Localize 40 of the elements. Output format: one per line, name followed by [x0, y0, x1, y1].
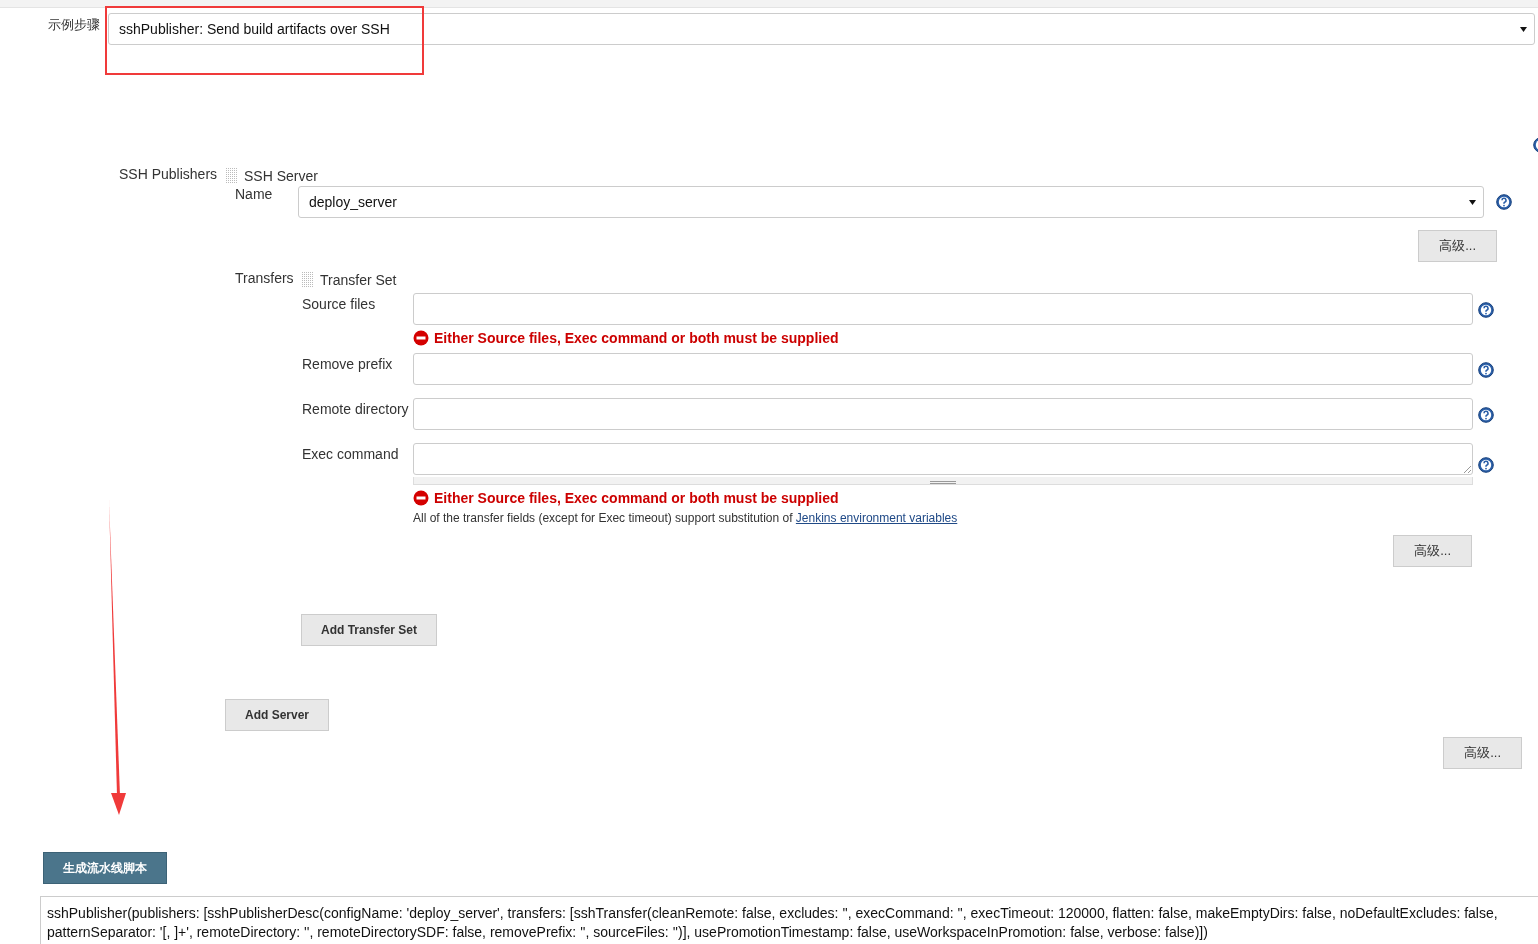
help-icon[interactable] [1496, 194, 1512, 210]
field-label: Source files [302, 295, 377, 312]
section-heading: SSH Server [244, 168, 318, 184]
help-icon[interactable] [1478, 302, 1494, 318]
input-field[interactable] [413, 398, 1473, 430]
section-label: SSH Publishers [119, 165, 219, 184]
server-select[interactable]: deploy_server [298, 186, 1484, 218]
error-message: Either Source files, Exec command or both must be supplied [434, 330, 839, 346]
input-field[interactable] [413, 293, 1473, 325]
text-area[interactable] [413, 443, 1473, 475]
advanced-button[interactable]: 高级... [1418, 230, 1497, 262]
step-select[interactable]: sshPublisher: Send build artifacts over SSH [108, 13, 1535, 45]
advanced-button[interactable]: 高级... [1393, 535, 1472, 567]
error-message: Either Source files, Exec command or both must be supplied [434, 490, 839, 506]
help-icon[interactable] [1478, 407, 1494, 423]
step-label: 示例步骤 [48, 16, 101, 34]
field-label: Remove prefix [302, 355, 394, 372]
section-label: Transfers [235, 270, 295, 288]
resize-grip-icon[interactable] [1463, 465, 1471, 473]
field-label: Remote directory [302, 400, 410, 417]
error-icon [413, 330, 429, 346]
generate-script-button[interactable]: 生成流水线脚本 [43, 852, 167, 884]
caret-icon [1469, 199, 1476, 205]
help-icon[interactable] [1478, 457, 1494, 473]
error-icon [413, 490, 429, 506]
drag-handle-icon[interactable] [226, 168, 238, 184]
field-label: Exec command [302, 445, 400, 462]
help-icon[interactable] [1478, 362, 1494, 378]
env-variables-link[interactable]: Jenkins environment variables [795, 511, 958, 525]
add-transfer-set-button[interactable]: Add Transfer Set [301, 614, 438, 646]
section-heading: Transfer Set [320, 272, 397, 288]
drag-handle-icon[interactable] [302, 272, 314, 288]
script-output[interactable]: sshPublisher(publishers: [sshPublisherDesc(configName: 'deploy_server', transfers: [sshTransfer(cleanRemote: false, excludes: '', execCommand: '', execTimeout: 120000, flatten: false, makeEmptyDirs: false, noDefaultExcludes: false, patternSeparator: '[, ]+', remoteDirectory: '', remoteDirectorySDF: false, removePrefix: '', sourceFiles: '')], usePromotionTimestamp: false, useWorkspaceInPromotion: false, verbose: false)]) [40, 896, 1538, 944]
field-label: Name [235, 186, 274, 202]
add-server-button[interactable]: Add Server [225, 699, 330, 731]
advanced-button[interactable]: 高级... [1443, 737, 1522, 769]
resize-handle[interactable] [413, 477, 1473, 485]
input-field[interactable] [413, 353, 1473, 385]
caret-icon [1520, 26, 1527, 32]
help-note: All of the transfer fields (except for Exec timeout) support substitution of Jenkins environment variables [413, 511, 959, 525]
